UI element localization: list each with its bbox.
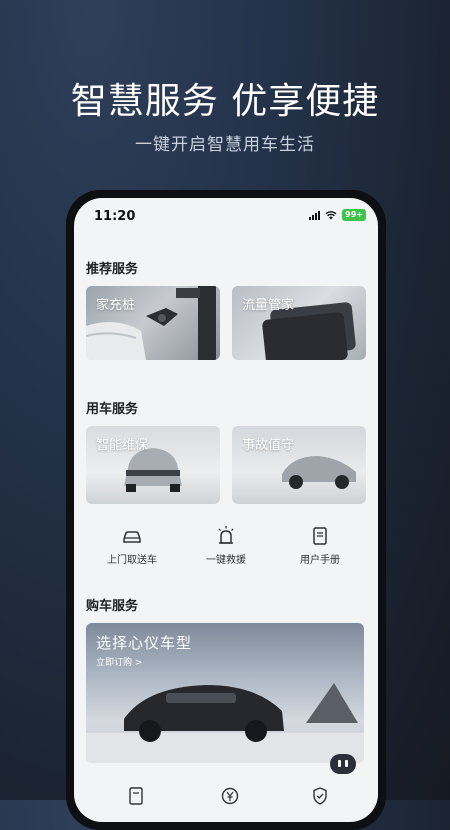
status-icons: 99+: [309, 209, 366, 221]
wifi-icon: [325, 211, 337, 220]
yuan-icon[interactable]: [220, 786, 240, 806]
hero-subtitle: 一键开启智慧用车生活: [135, 135, 315, 155]
card-label: 智能维保: [96, 438, 149, 453]
card-label: 事故值守: [242, 438, 295, 453]
car-pickup-icon: [123, 531, 141, 543]
phone-frame: 11:20 99+ 推荐服务 家充桩 流量管家 用车服务 智能维保 事故值守 上…: [66, 190, 386, 830]
action-one-key-rescue[interactable]: 一键救援: [181, 525, 271, 566]
action-user-manual[interactable]: 用户手册: [275, 525, 365, 566]
hero-title: 智慧服务 优享便捷: [70, 81, 380, 122]
shield-icon[interactable]: [310, 786, 330, 806]
action-label: 一键救援: [206, 555, 246, 566]
section-title-car-services: 用车服务: [86, 402, 139, 417]
card-label: 流量管家: [242, 298, 295, 313]
rescue-beacon-icon: [218, 526, 234, 544]
order-now-link[interactable]: 立即订购 >: [96, 655, 142, 668]
card-data-manager[interactable]: 流量管家: [232, 286, 366, 360]
card-label: 家充桩: [96, 298, 136, 313]
banner-title: 选择心仪车型: [96, 634, 193, 652]
status-time: 11:20: [94, 209, 136, 224]
signal-icon: [309, 210, 321, 220]
section-title-recommended: 推荐服务: [86, 262, 139, 277]
status-bar: 11:20 99+: [74, 198, 378, 234]
card-accident-watch[interactable]: 事故值守: [232, 426, 366, 504]
action-label: 上门取送车: [107, 555, 157, 566]
floating-assistant-button[interactable]: [330, 754, 356, 774]
action-label: 用户手册: [300, 555, 340, 566]
section-title-purchase: 购车服务: [86, 599, 139, 614]
card-smart-maintenance[interactable]: 智能维保: [86, 426, 220, 504]
card-home-charger[interactable]: 家充桩: [86, 286, 220, 360]
action-pickup-delivery[interactable]: 上门取送车: [87, 525, 177, 566]
phone-screen: 11:20 99+ 推荐服务 家充桩 流量管家 用车服务 智能维保 事故值守 上…: [74, 198, 378, 822]
calculator-icon[interactable]: [126, 786, 146, 806]
banner-choose-model[interactable]: 选择心仪车型 立即订购 >: [86, 623, 364, 763]
battery-indicator: 99+: [342, 209, 366, 221]
manual-icon: [313, 527, 327, 545]
